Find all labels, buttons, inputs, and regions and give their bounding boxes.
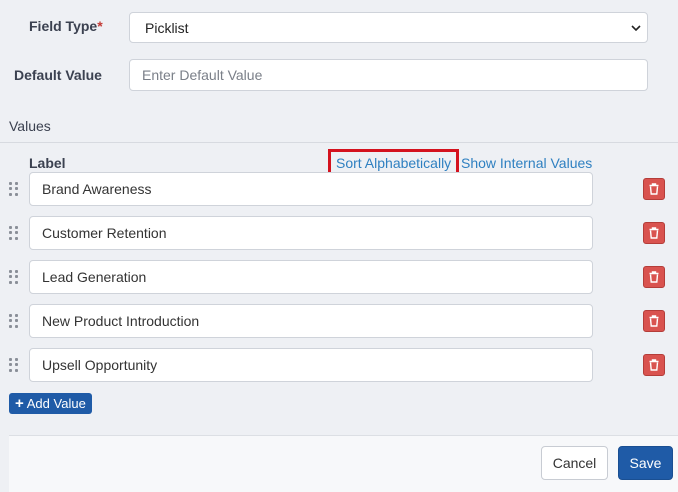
drag-handle-icon[interactable] [9,314,19,328]
delete-value-button[interactable] [643,310,665,332]
drag-handle-icon[interactable] [9,358,19,372]
add-value-button[interactable]: + Add Value [9,393,92,414]
value-label-input[interactable]: Brand Awareness [29,172,593,206]
value-row: Brand Awareness [0,172,678,206]
show-internal-values-link[interactable]: Show Internal Values [461,155,592,171]
delete-value-button[interactable] [643,222,665,244]
trash-icon [649,227,659,239]
plus-icon: + [15,395,24,412]
value-row: Upsell Opportunity [0,348,678,382]
value-label-input[interactable]: Customer Retention [29,216,593,250]
trash-icon [649,183,659,195]
chevron-down-icon [625,13,647,42]
field-type-select[interactable]: Picklist [129,12,648,43]
value-row: Customer Retention [0,216,678,250]
drag-handle-icon[interactable] [9,182,19,196]
default-value-label: Default Value [14,67,102,83]
label-column-header: Label [29,155,66,171]
section-divider [0,142,678,143]
save-button[interactable]: Save [618,446,673,480]
value-row: Lead Generation [0,260,678,294]
field-editor-panel: Field Type* Picklist Default Value Value… [0,0,678,492]
add-value-label: Add Value [26,396,86,411]
trash-icon [649,359,659,371]
drag-handle-icon[interactable] [9,270,19,284]
delete-value-button[interactable] [643,266,665,288]
field-type-label-text: Field Type [29,18,98,34]
default-value-input[interactable] [129,59,648,91]
drag-handle-icon[interactable] [9,226,19,240]
delete-value-button[interactable] [643,178,665,200]
delete-value-button[interactable] [643,354,665,376]
values-section-title: Values [9,118,51,134]
value-label-input[interactable]: Lead Generation [29,260,593,294]
field-type-label: Field Type* [29,18,103,34]
trash-icon [649,315,659,327]
value-label-input[interactable]: New Product Introduction [29,304,593,338]
required-mark: * [97,18,103,34]
field-type-selected-value: Picklist [145,19,189,36]
cancel-button[interactable]: Cancel [541,446,608,480]
value-label-input[interactable]: Upsell Opportunity [29,348,593,382]
trash-icon [649,271,659,283]
value-row: New Product Introduction [0,304,678,338]
